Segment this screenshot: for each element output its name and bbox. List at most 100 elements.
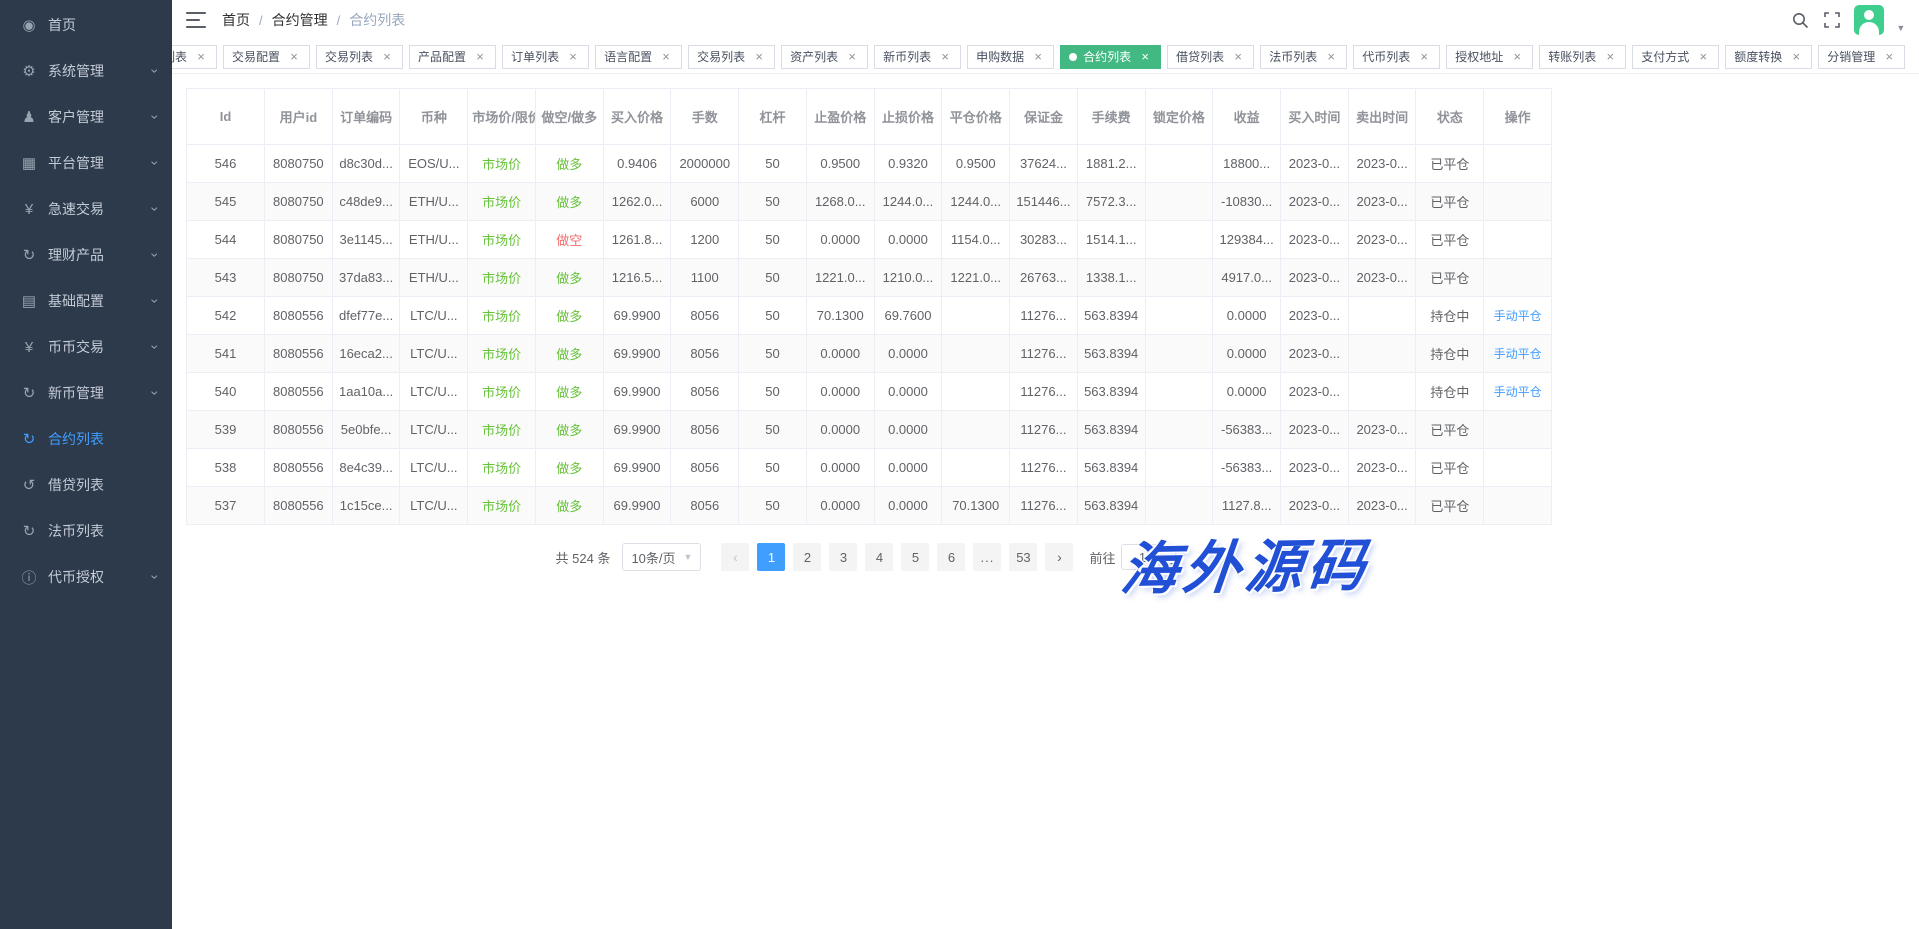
pager-more-button[interactable]: ... bbox=[973, 543, 1001, 571]
cell-止损价格: 0.0000 bbox=[874, 411, 942, 449]
cell-手数: 1200 bbox=[671, 221, 739, 259]
tab-代币列表[interactable]: 代币列表× bbox=[1353, 45, 1440, 69]
close-icon[interactable]: × bbox=[1031, 50, 1045, 64]
manual-close-link[interactable]: 手动平仓 bbox=[1494, 347, 1542, 361]
pager-page-53[interactable]: 53 bbox=[1009, 543, 1037, 571]
cell-用户id: 8080750 bbox=[265, 145, 333, 183]
cell-币种: LTC/U... bbox=[400, 373, 468, 411]
tab-授权地址[interactable]: 授权地址× bbox=[1446, 45, 1533, 69]
close-icon[interactable]: × bbox=[1231, 50, 1245, 64]
close-icon[interactable]: × bbox=[1603, 50, 1617, 64]
cell-币种: LTC/U... bbox=[400, 411, 468, 449]
tab-label: 订单列表 bbox=[511, 48, 559, 65]
pager-page-2[interactable]: 2 bbox=[793, 543, 821, 571]
sidebar-item-首页[interactable]: ◉首页 bbox=[0, 2, 172, 48]
tab-订单列表[interactable]: 订单列表 × bbox=[502, 45, 589, 69]
cell-收益: 0.0000 bbox=[1213, 373, 1281, 411]
sidebar-item-合约列表[interactable]: ↻合约列表 bbox=[0, 416, 172, 462]
close-icon[interactable]: × bbox=[659, 50, 673, 64]
tab-分销管理[interactable]: 分销管理× bbox=[1818, 45, 1905, 69]
pager-page-6[interactable]: 6 bbox=[937, 543, 965, 571]
pager-page-5[interactable]: 5 bbox=[901, 543, 929, 571]
tab-合约列表[interactable]: 合约列表× bbox=[1060, 45, 1161, 69]
page-size-select[interactable]: 10条/页 ▼ bbox=[622, 543, 701, 571]
sidebar-item-理财产品[interactable]: ↻理财产品› bbox=[0, 232, 172, 278]
sidebar-item-法币列表[interactable]: ↻法币列表 bbox=[0, 508, 172, 554]
pager-prev-button[interactable]: ‹ bbox=[721, 543, 749, 571]
sidebar-item-新币管理[interactable]: ↻新币管理› bbox=[0, 370, 172, 416]
pager-page-4[interactable]: 4 bbox=[865, 543, 893, 571]
cell-市场价/限价: 市场价 bbox=[468, 449, 536, 487]
close-icon[interactable]: × bbox=[845, 50, 859, 64]
cell-订单编码: 3e1145... bbox=[332, 221, 400, 259]
cell-保证金: 11276... bbox=[1010, 449, 1078, 487]
sidebar-item-急速交易[interactable]: ¥急速交易› bbox=[0, 186, 172, 232]
tab-交易配置[interactable]: 交易配置× bbox=[223, 45, 310, 69]
cell-Id: 541 bbox=[187, 335, 265, 373]
fullscreen-icon[interactable] bbox=[1822, 10, 1842, 30]
pager-page-1[interactable]: 1 bbox=[757, 543, 785, 571]
sidebar-item-平台管理[interactable]: ▦平台管理› bbox=[0, 140, 172, 186]
breadcrumb-item-contract-mgmt[interactable]: 合约管理 bbox=[272, 10, 328, 30]
cell-买入价格: 69.9900 bbox=[603, 449, 671, 487]
contract-list-icon: ↻ bbox=[20, 430, 38, 448]
close-icon[interactable]: × bbox=[752, 50, 766, 64]
cell-手续费: 563.8394 bbox=[1077, 449, 1145, 487]
tab-转账列表[interactable]: 转账列表× bbox=[1539, 45, 1626, 69]
pager-next-button[interactable]: › bbox=[1045, 543, 1073, 571]
chevron-down-icon: › bbox=[148, 207, 164, 212]
sidebar-item-代币授权[interactable]: ⓘ代币授权› bbox=[0, 554, 172, 600]
close-icon[interactable]: × bbox=[1789, 50, 1803, 64]
sidebar-item-借贷列表[interactable]: ↺借贷列表 bbox=[0, 462, 172, 508]
tab-产品配置[interactable]: 产品配置× bbox=[409, 45, 496, 69]
close-icon[interactable]: × bbox=[287, 50, 301, 64]
sidebar-item-币币交易[interactable]: ¥币币交易› bbox=[0, 324, 172, 370]
cell-手数: 8056 bbox=[671, 487, 739, 525]
fiat-list-icon: ↻ bbox=[20, 522, 38, 540]
close-icon[interactable]: × bbox=[1696, 50, 1710, 64]
avatar[interactable] bbox=[1854, 5, 1884, 35]
goto-page-input[interactable] bbox=[1121, 544, 1163, 570]
cell-平仓价格 bbox=[942, 449, 1010, 487]
close-icon[interactable]: × bbox=[380, 50, 394, 64]
close-icon[interactable]: × bbox=[1510, 50, 1524, 64]
cell-操作: 手动平仓 bbox=[1484, 373, 1552, 411]
tab-申购数据[interactable]: 申购数据× bbox=[967, 45, 1054, 69]
cell-买入价格: 69.9900 bbox=[603, 411, 671, 449]
manual-close-link[interactable]: 手动平仓 bbox=[1494, 385, 1542, 399]
tab-交易列表[interactable]: 交易列表× bbox=[316, 45, 403, 69]
close-icon[interactable]: × bbox=[194, 50, 208, 64]
tab-交易列表[interactable]: 交易列表× bbox=[688, 45, 775, 69]
table-body: 5468080750d8c30d...EOS/U...市场价做多0.940620… bbox=[187, 145, 1552, 525]
tab-额度转换[interactable]: 额度转换× bbox=[1725, 45, 1812, 69]
tab-资产列表[interactable]: 资产列表× bbox=[781, 45, 868, 69]
tab-借贷列表[interactable]: 借贷列表× bbox=[1167, 45, 1254, 69]
cell-保证金: 11276... bbox=[1010, 373, 1078, 411]
sidebar-item-基础配置[interactable]: ▤基础配置› bbox=[0, 278, 172, 324]
user-icon: ♟ bbox=[20, 108, 38, 126]
search-icon[interactable] bbox=[1790, 10, 1810, 30]
sidebar-item-系统管理[interactable]: ⚙系统管理› bbox=[0, 48, 172, 94]
cell-手数: 6000 bbox=[671, 183, 739, 221]
tab-新币列表[interactable]: 新币列表× bbox=[874, 45, 961, 69]
sidebar-item-客户管理[interactable]: ♟客户管理› bbox=[0, 94, 172, 140]
tab-法币列表[interactable]: 法币列表× bbox=[1260, 45, 1347, 69]
manual-close-link[interactable]: 手动平仓 bbox=[1494, 309, 1542, 323]
cell-操作: 手动平仓 bbox=[1484, 335, 1552, 373]
close-icon[interactable]: × bbox=[1882, 50, 1896, 64]
hamburger-icon[interactable] bbox=[186, 12, 206, 28]
close-icon[interactable]: × bbox=[566, 50, 580, 64]
tab-支付方式[interactable]: 支付方式× bbox=[1632, 45, 1719, 69]
tab-语言配置[interactable]: 语言配置× bbox=[595, 45, 682, 69]
close-icon[interactable]: × bbox=[938, 50, 952, 64]
close-icon[interactable]: × bbox=[1417, 50, 1431, 64]
breadcrumb-item-home[interactable]: 首页 bbox=[222, 10, 250, 30]
close-icon[interactable]: × bbox=[1324, 50, 1338, 64]
chevron-down-icon[interactable]: ▼ bbox=[1896, 23, 1905, 33]
tab-列表[interactable]: 列表× bbox=[172, 45, 217, 69]
pager-page-3[interactable]: 3 bbox=[829, 543, 857, 571]
close-icon[interactable]: × bbox=[1138, 50, 1152, 64]
column-header-操作: 操作 bbox=[1484, 89, 1552, 145]
close-icon[interactable]: × bbox=[473, 50, 487, 64]
cell-保证金: 11276... bbox=[1010, 297, 1078, 335]
